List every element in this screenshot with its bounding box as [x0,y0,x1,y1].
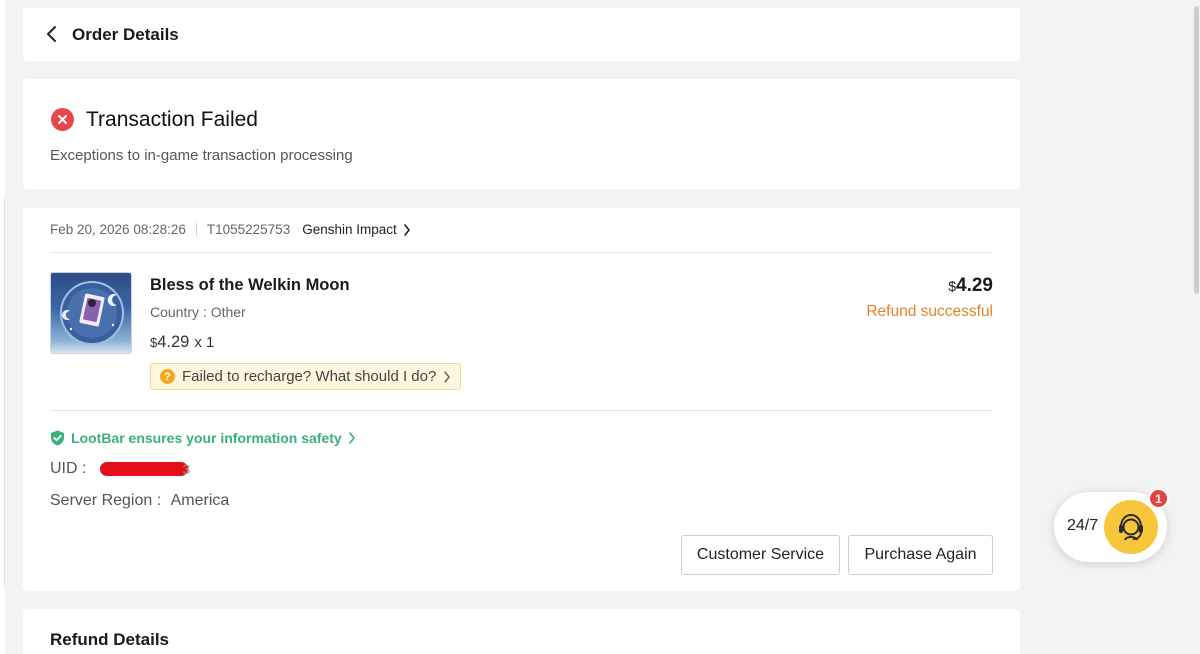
status-description: Exceptions to in-game transaction proces… [50,147,353,164]
scrollbar[interactable] [1192,0,1200,654]
order-date: Feb 20, 2026 08:28:26 [50,222,186,237]
refund-status: Refund successful [866,303,993,320]
country-label: Country : [150,304,207,320]
question-icon: ? [160,369,175,384]
total-amount: 4.29 [956,275,993,296]
support-label: 24/7 [1067,517,1099,534]
order-id: T1055225753 [206,222,291,237]
chevron-left-icon[interactable] [45,25,61,43]
server-region-label: Server Region : [50,492,162,509]
status-title: Transaction Failed [86,108,258,131]
chevron-right-icon [444,370,451,383]
order-card: Feb 20, 2026 08:28:26 T1055225753 Genshi… [23,208,1020,591]
notification-badge: 1 [1148,488,1169,509]
currency-symbol: $ [948,278,957,294]
recharge-help-link[interactable]: ? Failed to recharge? What should I do? [150,363,462,390]
country-value: Other [210,304,246,320]
scrollbar-thumb[interactable] [1194,6,1199,294]
welkin-moon-image [50,272,132,354]
shield-check-icon [51,430,64,446]
game-name: Genshin Impact [302,222,397,237]
support-widget[interactable]: 24/7 1 [1054,488,1169,562]
safety-link[interactable]: LootBar ensures your information safety [50,430,356,446]
uid-redaction [100,462,189,476]
uid-value-tail: 3 [182,461,191,477]
order-total: $4.29 [948,275,993,297]
refund-details-card: Refund Details [23,609,1020,654]
uid-line: UID : 3 [50,460,190,478]
page-title: Order Details [72,25,179,44]
purchase-again-button[interactable]: Purchase Again [848,535,993,575]
left-panel-divider [0,198,5,588]
product-name: Bless of the Welkin Moon [150,276,350,294]
chevron-right-icon [348,432,355,444]
divider [50,252,993,253]
uid-label: UID : [50,460,87,477]
chevron-right-icon [403,223,410,236]
safety-text: LootBar ensures your information safety [71,430,342,446]
quantity: x 1 [194,334,215,351]
header-card: Order Details [23,8,1020,61]
server-region-value: America [170,492,230,509]
product-price: $4.29 x 1 [150,333,214,352]
order-meta: Feb 20, 2026 08:28:26 T1055225753 Genshi… [50,222,411,237]
game-link[interactable]: Genshin Impact [302,222,411,237]
server-region-line: Server Region : America [50,492,229,510]
status-card: Transaction Failed Exceptions to in-game… [23,79,1020,189]
help-tip-text: Failed to recharge? What should I do? [182,368,437,385]
headset-agent-icon [1104,500,1158,554]
refund-details-title: Refund Details [50,630,170,649]
close-circle-icon [51,108,74,131]
customer-service-button[interactable]: Customer Service [681,535,840,575]
unit-price: 4.29 [157,333,190,351]
product-country: Country : Other [150,304,246,320]
divider [50,410,993,411]
meta-divider [195,223,197,236]
